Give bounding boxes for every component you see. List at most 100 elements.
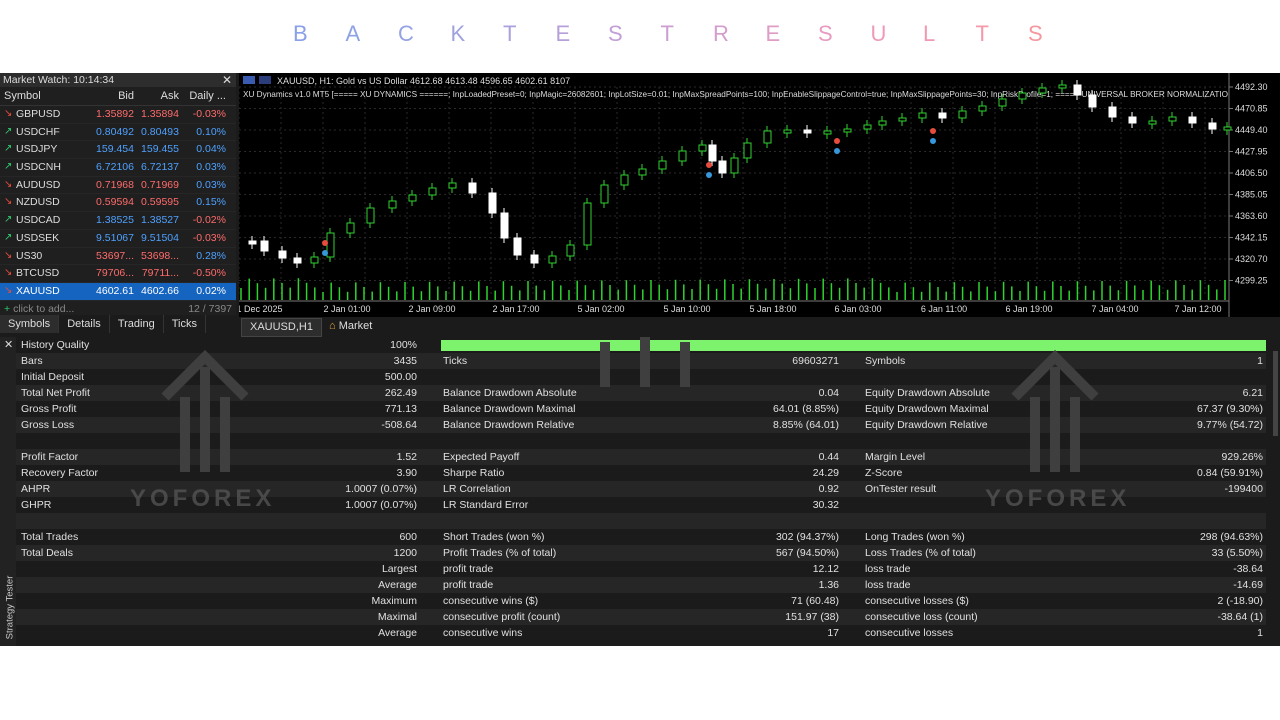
time-label: 5 Jan 18:00 [749,304,796,314]
candle-body [803,129,812,134]
column-ask[interactable]: Ask [137,87,182,105]
tab-symbols[interactable]: Symbols [0,315,60,333]
symbol-cell: ↗ USDCHF [0,124,92,141]
candle-body [678,150,687,162]
watermark-left: YOFOREX [130,485,276,512]
symbol-cell: ↘ NZDUSD [0,194,92,211]
price-label: 4385.05 [1235,190,1268,200]
ask-cell: 1.38527 [141,214,179,227]
ask-cell: 53698... [141,249,179,262]
market-watch-row[interactable]: ↗ USDCNH 6.72106 6.72137 0.03% [0,159,236,177]
metric-value: 30.32 [812,499,839,511]
metric-label: AHPR [21,483,51,495]
tab-trading[interactable]: Trading [110,315,164,333]
title-letter: S [1028,21,1043,46]
column-bid[interactable]: Bid [92,87,137,105]
metric-value: -14.69 [1233,579,1263,591]
close-icon[interactable]: ✕ [222,73,232,87]
chart-canvas[interactable]: XAUUSD, H1: Gold vs US Dollar 4612.68 46… [231,73,1280,317]
metric-value: -38.64 [1233,563,1263,575]
daily-change-cell: 0.03% [196,178,226,191]
candle-body [638,168,647,176]
symbol-name: USDSEK [16,231,60,244]
column-daily[interactable]: Daily ... [182,87,232,105]
report-scrollbar[interactable] [1273,351,1278,436]
time-label: 5 Jan 10:00 [663,304,710,314]
time-label: 2 Jan 01:00 [323,304,370,314]
market-watch-row[interactable]: ↗ USDSEK 9.51067 9.51504 -0.03% [0,230,236,248]
market-watch-row[interactable]: ↘ AUDUSD 0.71968 0.71969 0.03% [0,177,236,195]
metric-value: 1.52 [396,451,417,463]
tab-market-label: Market [338,320,373,332]
title-letter: C [398,21,414,46]
bid-cell: 0.71968 [96,178,134,191]
symbol-name: GBPUSD [16,108,61,120]
market-watch-row[interactable]: ↘ BTCUSD 79706... 79711... -0.50% [0,265,236,283]
title-letter: E [555,21,571,46]
market-watch-title-text: Market Watch: 10:14:34 [3,74,115,86]
tab-xauusd-h1[interactable]: XAUUSD,H1 [241,318,322,337]
market-watch-row[interactable]: ↗ USDCAD 1.38525 1.38527 -0.02% [0,212,236,230]
metric-label: Symbols [865,355,906,367]
market-watch-row[interactable]: ↘ US30 53697... 53698... 0.28% [0,248,236,266]
title-letter: R [713,21,729,46]
metric-label: Maximal [377,611,417,623]
metric-label: Largest [381,563,417,575]
time-label: 6 Jan 03:00 [834,304,881,314]
candle-body [600,184,609,204]
column-symbol[interactable]: Symbol [0,87,92,105]
candle-body [500,212,509,239]
chart-tabs: XAUUSD,H1 ⌂ Market [239,318,1280,337]
candle-body [783,129,792,134]
metric-label: Ticks [443,355,468,367]
daily-change-cell: -0.03% [192,108,226,120]
metric-value: 298 (94.63%) [1199,531,1263,543]
bid-cell: 4602.61 [96,284,134,297]
strategy-tester-report: ✕ Strategy Tester History Quality 100% Bar… [0,337,1280,646]
price-chart[interactable]: XAUUSD, H1: Gold vs US Dollar 4612.68 46… [231,73,1280,317]
metric-label: Profit Factor [21,451,79,463]
metric-value: -199400 [1224,483,1263,495]
symbol-name: NZDUSD [16,196,60,209]
time-label: 2 Jan 09:00 [408,304,455,314]
market-watch-row[interactable]: ↗ USDJPY 159.454 159.455 0.04% [0,141,236,160]
symbol-cell: ↗ USDSEK [0,230,92,247]
candle-body [1058,84,1067,89]
symbol-cell: ↘ US30 [0,248,92,265]
watermark-logo-icon [161,349,249,472]
tab-ticks[interactable]: Ticks [164,315,206,333]
metric-value: 33 (5.50%) [1211,547,1263,559]
metric-label: Average [378,579,417,591]
metric-value: 12.12 [812,563,839,575]
market-watch-row[interactable]: ↗ USDCHF 0.80492 0.80493 0.10% [0,124,236,142]
daily-change-cell: 0.28% [196,249,226,262]
metric-label: loss trade [865,563,911,575]
time-label: 6 Jan 11:00 [921,304,967,314]
chart-symbol-header: XAUUSD, H1: Gold vs US Dollar 4612.68 46… [277,76,570,86]
symbol-name: USDCAD [16,214,61,227]
candle-body [366,207,375,224]
arrow-up-icon: ↗ [4,214,13,226]
report-row: Total Deals 1200 Profit Trades (% of total… [16,545,1266,561]
close-icon[interactable]: ✕ [4,338,13,351]
buy-marker-icon [834,148,840,154]
watermark-logo-icon [1011,349,1099,472]
price-label: 4342.15 [1235,233,1268,243]
market-watch-row[interactable]: ↘ XAUUSD 4602.61 4602.66 0.02% [0,282,236,301]
report-row: Total Trades 600 Short Trades (won %) 302 (… [16,529,1266,545]
candle-body [278,250,287,259]
title-letter: S [608,21,623,46]
metric-label: Total Deals [21,547,73,559]
metric-label: profit trade [443,563,494,575]
market-watch-title: Market Watch: 10:14:34 ✕ [0,73,236,87]
tab-market[interactable]: ⌂ Market [321,318,380,335]
symbol-name: US30 [16,249,43,262]
tab-details[interactable]: Details [59,315,110,333]
market-watch-row[interactable]: ↘ NZDUSD 0.59594 0.59595 0.15% [0,194,236,213]
market-watch-row[interactable]: ↘ GBPUSD 1.35892 1.35894 -0.03% [0,106,236,124]
arrow-up-icon: ↗ [4,125,13,137]
metric-label: Maximum [371,595,417,607]
tester-side-bar: ✕ Strategy Tester [0,337,16,646]
metric-label: Profit Trades (% of total) [443,547,557,559]
arrow-down-icon: ↘ [4,108,13,119]
